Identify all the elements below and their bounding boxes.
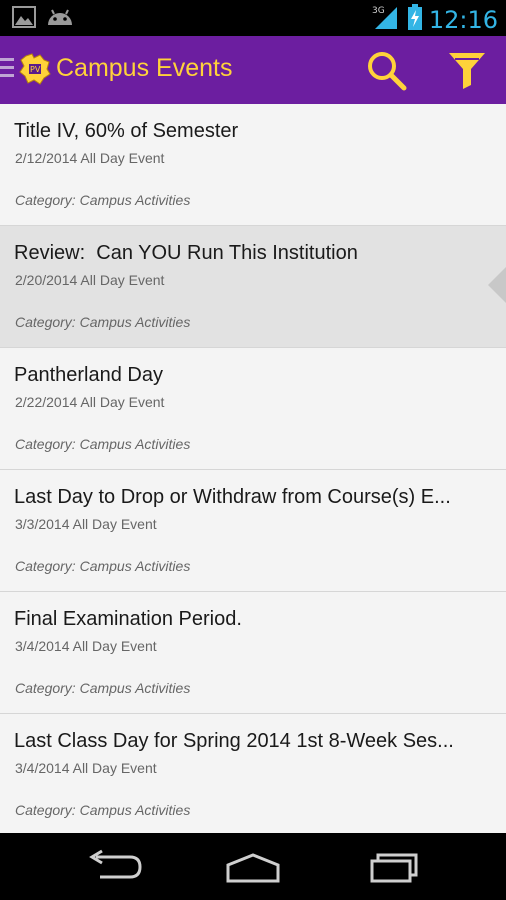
event-date: 3/3/2014 All Day Event: [15, 516, 157, 532]
event-category: Category: Campus Activities: [15, 192, 191, 208]
event-title: Last Day to Drop or Withdraw from Course…: [14, 486, 451, 508]
events-list[interactable]: Title IV, 60% of Semester 2/12/2014 All D…: [0, 104, 506, 833]
event-date: 3/4/2014 All Day Event: [15, 760, 157, 776]
clock: 12:16: [428, 5, 498, 34]
event-title: Review: Can YOU Run This Institution: [14, 242, 358, 264]
event-title: Title IV, 60% of Semester: [14, 120, 239, 142]
event-list-item[interactable]: Last Day to Drop or Withdraw from Course…: [0, 470, 506, 592]
image-notification-icon: [12, 6, 36, 33]
back-icon[interactable]: [78, 847, 148, 887]
filter-icon[interactable]: [447, 50, 489, 92]
page-title: Campus Events: [56, 54, 233, 82]
event-category: Category: Campus Activities: [15, 436, 191, 452]
event-category: Category: Campus Activities: [15, 680, 191, 696]
event-category: Category: Campus Activities: [15, 802, 191, 818]
event-list-item[interactable]: Title IV, 60% of Semester 2/12/2014 All D…: [0, 104, 506, 226]
app-logo-icon[interactable]: PV: [18, 52, 52, 86]
navigation-bar: [0, 833, 506, 900]
status-bar: 3G 12:16: [0, 0, 506, 36]
selection-indicator-icon: [488, 267, 506, 303]
event-title: Pantherland Day: [14, 364, 163, 386]
event-title: Last Class Day for Spring 2014 1st 8-Wee…: [14, 730, 454, 752]
event-date: 2/20/2014 All Day Event: [15, 272, 165, 288]
event-list-item[interactable]: Review: Can YOU Run This Institution 2/20…: [0, 226, 506, 348]
event-list-item[interactable]: Last Class Day for Spring 2014 1st 8-Wee…: [0, 714, 506, 833]
action-bar: PV Campus Events: [0, 36, 506, 104]
menu-icon[interactable]: [0, 58, 14, 82]
signal-icon: 3G: [371, 3, 401, 36]
battery-charging-icon: [407, 3, 423, 36]
event-title: Final Examination Period.: [14, 608, 242, 630]
event-date: 2/22/2014 All Day Event: [15, 394, 165, 410]
svg-text:PV: PV: [30, 65, 41, 74]
event-date: 2/12/2014 All Day Event: [15, 150, 165, 166]
event-category: Category: Campus Activities: [15, 314, 191, 330]
event-list-item[interactable]: Pantherland Day 2/22/2014 All Day Event Ca…: [0, 348, 506, 470]
home-icon[interactable]: [218, 847, 288, 887]
search-icon[interactable]: [366, 50, 408, 92]
recent-apps-icon[interactable]: [360, 847, 430, 887]
event-category: Category: Campus Activities: [15, 558, 191, 574]
svg-text:3G: 3G: [372, 6, 385, 16]
event-list-item[interactable]: Final Examination Period. 3/4/2014 All Da…: [0, 592, 506, 714]
event-date: 3/4/2014 All Day Event: [15, 638, 157, 654]
android-notification-icon: [46, 7, 74, 32]
